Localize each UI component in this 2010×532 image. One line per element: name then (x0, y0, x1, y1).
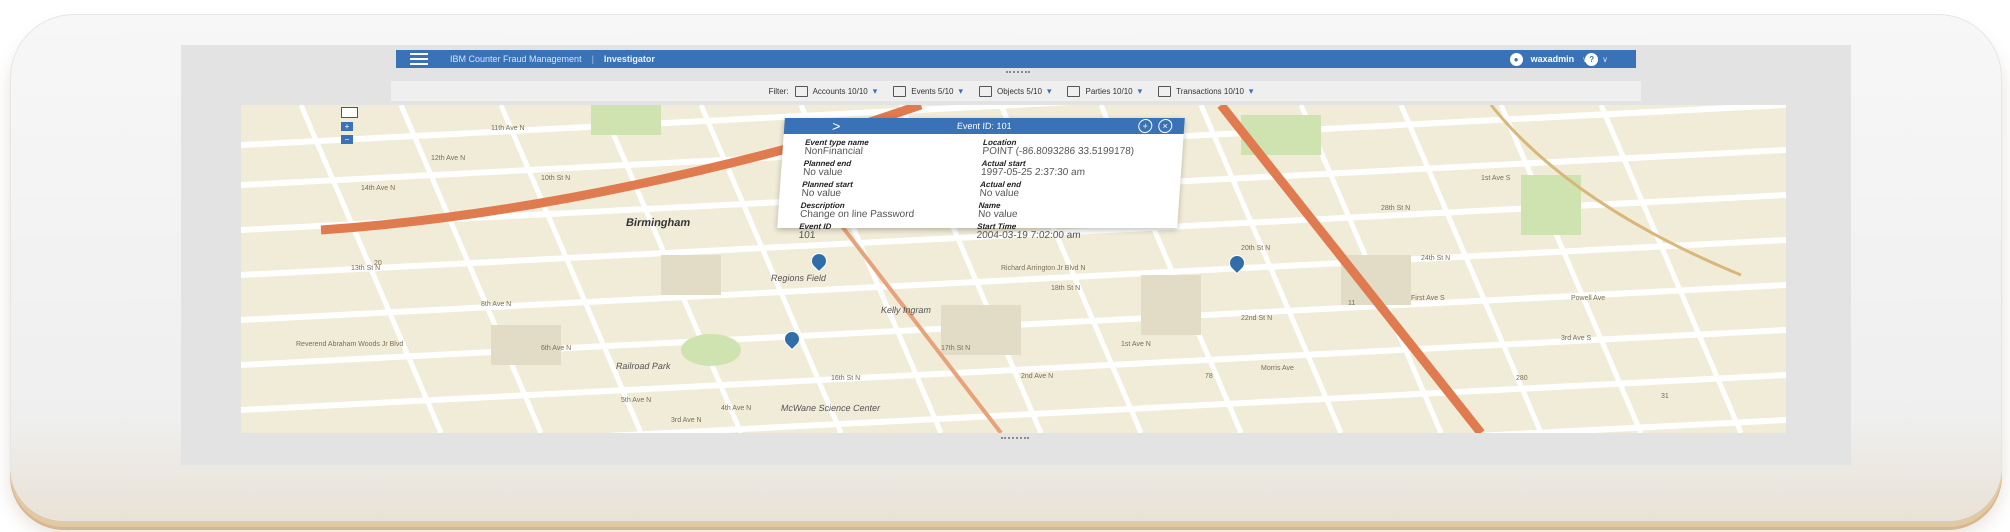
app-header: IBM Counter Fraud Management | Investiga… (396, 50, 1636, 68)
field-value: 1997-05-25 2:37:30 am (980, 167, 1086, 178)
place-kelly-ingram: Kelly Ingram (880, 305, 932, 315)
user-menu[interactable]: ● waxadmin ∨ (1509, 52, 1588, 66)
bottom-resize-handle[interactable] (1001, 437, 1029, 441)
route-badge: 280 (1516, 375, 1528, 382)
street-label: 3rd Ave S (1561, 335, 1592, 342)
street-label: 6th Ave N (541, 345, 572, 352)
place-railroad-park: Railroad Park (615, 361, 672, 371)
street-label: 14th Ave N (361, 185, 396, 192)
filter-accounts-label: Accounts 10/10 (812, 86, 868, 96)
filter-parties[interactable]: Parties 10/10 ▾ (1067, 85, 1143, 97)
filter-parties-dropdown-icon[interactable]: ▾ (1138, 86, 1143, 97)
street-label: 4th Ave N (721, 405, 752, 412)
field-value: 101 (798, 230, 816, 241)
filter-objects-dropdown-icon[interactable]: ▾ (1047, 86, 1052, 97)
filter-label: Filter: (768, 86, 789, 96)
place-mcwane: McWane Science Center (780, 403, 882, 413)
filter-events-label: Events 5/10 (911, 86, 954, 96)
street-label: 28th St N (1381, 205, 1411, 212)
close-icon[interactable]: × (1157, 119, 1173, 133)
event-popup-body: Event type name NonFinancial Planned end… (776, 134, 1184, 243)
filter-accounts-dropdown-icon[interactable]: ▾ (873, 86, 878, 97)
street-label: 20th St N (1241, 245, 1271, 252)
event-popup-header: > Event ID: 101 + × (783, 118, 1185, 134)
street-label: 24th St N (1421, 255, 1451, 262)
street-label: First Ave S (1411, 295, 1445, 302)
tablet-frame: IBM Counter Fraud Management | Investiga… (10, 14, 2002, 521)
field-value: No value (979, 188, 1020, 199)
filter-events[interactable]: Events 5/10 ▾ (893, 85, 964, 97)
layers-icon[interactable] (341, 107, 358, 118)
help-icon: ? (1585, 52, 1599, 66)
user-icon: ● (1509, 52, 1523, 66)
title-separator: | (591, 54, 594, 64)
events-icon (893, 85, 907, 97)
event-popup: > Event ID: 101 + × Event type name NonF… (777, 118, 1185, 241)
filter-objects[interactable]: Objects 5/10 ▾ (979, 85, 1052, 97)
street-label: 16th St N (831, 375, 861, 382)
zoom-out-icon[interactable]: − (341, 135, 353, 144)
filter-bar: Filter: Accounts 10/10 ▾ Events 5/10 ▾ O… (391, 81, 1641, 101)
field-value: No value (977, 209, 1018, 220)
help-chevron-down-icon: ∨ (1602, 54, 1608, 64)
street-label: 3rd Ave N (671, 417, 702, 424)
place-birmingham: Birmingham (624, 217, 692, 229)
street-label: 17th St N (941, 345, 971, 352)
user-name: waxadmin (1530, 54, 1575, 64)
route-badge: 11 (1348, 300, 1356, 307)
street-label: Richard Arrington Jr Blvd N (1001, 265, 1086, 272)
event-popup-right-column: Location POINT (-86.8093286 33.5199178) … (976, 138, 1135, 243)
street-label: Reverend Abraham Woods Jr Blvd (296, 341, 404, 348)
field-label: Event ID (798, 222, 832, 231)
field-value: Change on line Password (799, 209, 915, 220)
help-menu[interactable]: ? ∨ (1585, 52, 1608, 66)
hamburger-menu-icon[interactable] (410, 53, 428, 65)
expand-arrow-icon[interactable]: > (832, 118, 841, 134)
street-label: 2nd Ave N (1021, 373, 1054, 380)
transactions-icon (1158, 85, 1172, 97)
route-badge: 31 (1661, 393, 1669, 400)
event-popup-actions: + × (1137, 119, 1173, 133)
parties-icon (1067, 85, 1081, 97)
street-label: 5th Ave N (621, 397, 652, 404)
street-label: 8th Ave N (481, 301, 512, 308)
filter-transactions-label: Transactions 10/10 (1176, 86, 1244, 96)
field-value: 2004-03-19 7:02:00 am (976, 230, 1081, 241)
filter-transactions-dropdown-icon[interactable]: ▾ (1249, 86, 1254, 97)
street-label: 22nd St N (1241, 315, 1273, 322)
street-label: 11th Ave N (491, 125, 525, 132)
street-label: 12th Ave N (431, 155, 466, 162)
field-value: No value (802, 167, 843, 178)
map-toolbar: + − (341, 107, 358, 144)
field-value: NonFinancial (804, 146, 864, 157)
screen: IBM Counter Fraud Management | Investiga… (181, 45, 1851, 465)
add-icon[interactable]: + (1137, 119, 1153, 133)
filter-accounts[interactable]: Accounts 10/10 ▾ (794, 85, 878, 97)
street-label: 1st Ave S (1481, 175, 1511, 182)
filter-objects-label: Objects 5/10 (997, 86, 1042, 96)
app-title: IBM Counter Fraud Management (450, 54, 582, 64)
filter-events-dropdown-icon[interactable]: ▾ (959, 86, 964, 97)
route-badge: 20 (374, 260, 382, 267)
filter-parties-label: Parties 10/10 (1085, 86, 1133, 96)
street-label: Powell Ave (1571, 295, 1606, 302)
event-popup-title: Event ID: 101 (956, 121, 1012, 131)
field-value: POINT (-86.8093286 33.5199178) (982, 146, 1135, 157)
top-resize-handle[interactable] (1006, 71, 1030, 75)
objects-icon (979, 85, 993, 97)
accounts-icon (794, 85, 808, 97)
app-context: Investigator (603, 54, 655, 64)
field-value: No value (801, 188, 842, 199)
street-label: Morris Ave (1261, 365, 1294, 372)
zoom-in-icon[interactable]: + (341, 122, 353, 131)
event-popup-left-column: Event type name NonFinancial Planned end… (798, 138, 919, 243)
route-badge: 78 (1205, 373, 1213, 380)
filter-transactions[interactable]: Transactions 10/10 ▾ (1158, 85, 1254, 97)
street-label: 10th St N (541, 175, 571, 182)
street-label: 18th St N (1051, 285, 1081, 292)
place-regions-field: Regions Field (770, 273, 827, 283)
street-label: 1st Ave N (1121, 341, 1151, 348)
